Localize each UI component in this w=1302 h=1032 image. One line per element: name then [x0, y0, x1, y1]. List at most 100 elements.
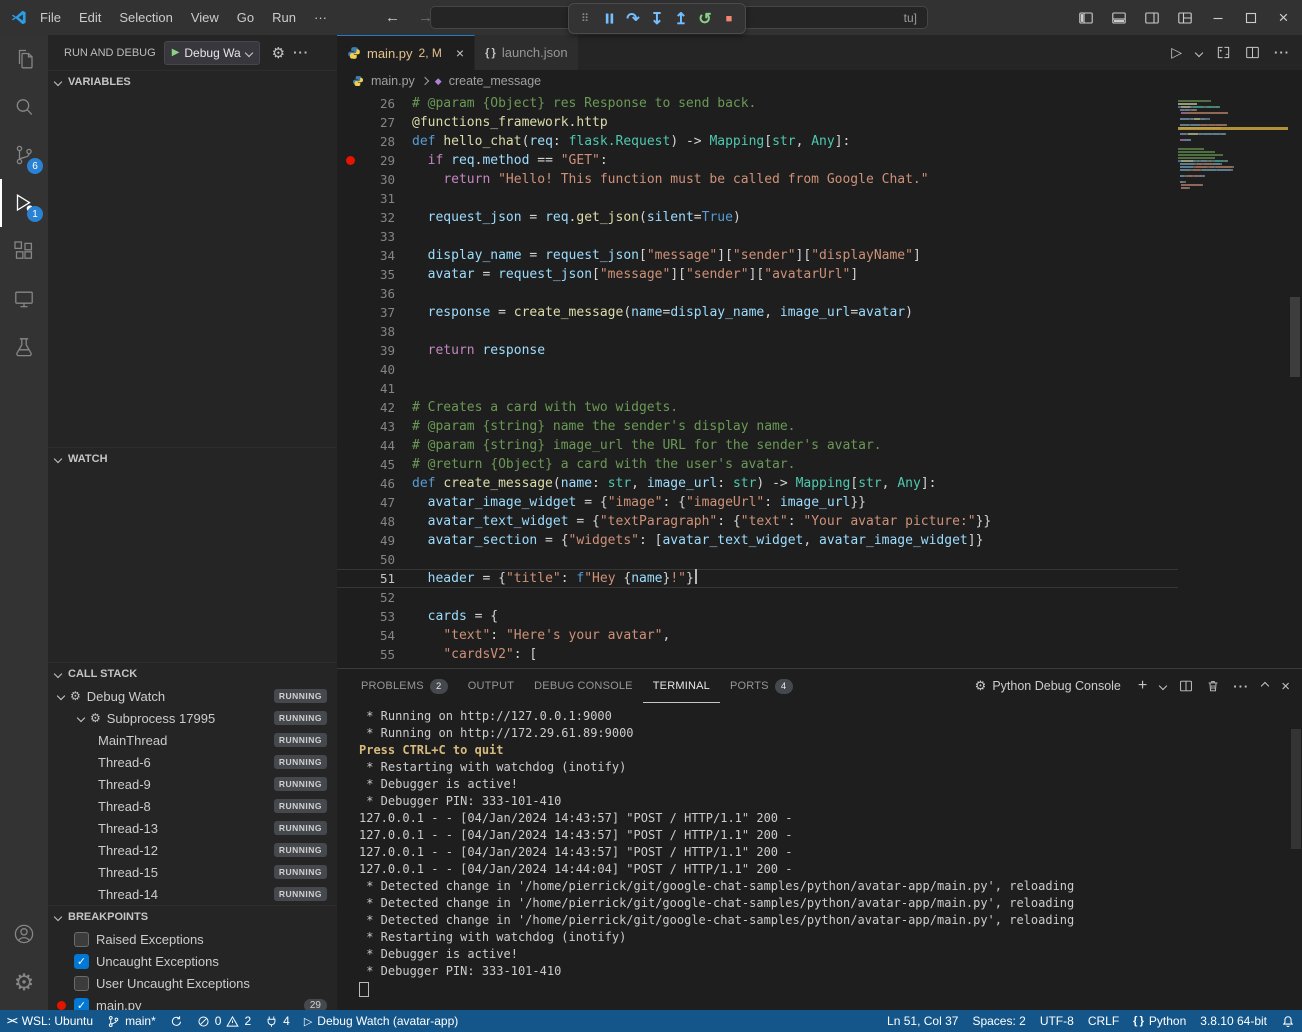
breakpoint-item[interactable]: ✓main.py29: [48, 994, 337, 1010]
step-out-button[interactable]: ↥: [669, 6, 693, 32]
callstack-item[interactable]: Thread-15RUNNING: [48, 861, 337, 883]
breakpoint-gutter[interactable]: [337, 569, 363, 588]
debug-settings-gear-icon[interactable]: ⚙: [272, 44, 285, 62]
close-tab-icon[interactable]: ×: [456, 45, 464, 61]
branch-indicator[interactable]: main*: [100, 1010, 163, 1032]
activity-source-control[interactable]: 6: [0, 131, 48, 179]
panel-scrollbar[interactable]: [1291, 729, 1301, 849]
breakpoint-gutter[interactable]: [337, 550, 363, 569]
breadcrumb-symbol[interactable]: create_message: [449, 74, 541, 88]
callstack-item[interactable]: Thread-12RUNNING: [48, 839, 337, 861]
breakpoint-gutter[interactable]: [337, 379, 363, 398]
breakpoint-gutter[interactable]: [337, 170, 363, 189]
breakpoint-gutter[interactable]: [337, 189, 363, 208]
breakpoint-checkbox[interactable]: [74, 932, 89, 947]
problems-indicator[interactable]: 0 2: [190, 1010, 258, 1032]
restart-button[interactable]: ↺: [693, 6, 717, 32]
run-python-file-button[interactable]: ▷: [1171, 44, 1182, 61]
menu-edit[interactable]: Edit: [70, 0, 110, 35]
pause-button[interactable]: [597, 6, 621, 32]
breakpoint-gutter[interactable]: [337, 626, 363, 645]
tab-main-py[interactable]: main.py 2, M ×: [337, 35, 475, 70]
notifications-bell[interactable]: [1274, 1010, 1302, 1032]
toggle-secondary-sidebar-button[interactable]: [1135, 0, 1168, 35]
breakpoint-gutter[interactable]: [337, 607, 363, 626]
activity-settings[interactable]: ⚙: [0, 958, 48, 1006]
terminal-output[interactable]: * Running on http://127.0.0.1:9000 * Run…: [337, 704, 1302, 1010]
menu-run[interactable]: Run: [263, 0, 305, 35]
breakpoint-gutter[interactable]: [337, 493, 363, 512]
maximize-button[interactable]: [1234, 0, 1267, 35]
panel-tab-output[interactable]: OUTPUT: [458, 669, 524, 703]
toggle-panel-button[interactable]: [1102, 0, 1135, 35]
section-watch[interactable]: WATCH: [48, 447, 337, 470]
callstack-item[interactable]: Thread-6RUNNING: [48, 751, 337, 773]
section-breakpoints[interactable]: BREAKPOINTS: [48, 905, 337, 928]
breakpoint-item[interactable]: Raised Exceptions: [48, 928, 337, 950]
panel-tab-ports[interactable]: PORTS4: [720, 669, 803, 703]
activity-run-and-debug[interactable]: 1: [0, 179, 48, 227]
breakpoint-gutter[interactable]: [337, 417, 363, 436]
new-terminal-button[interactable]: +: [1138, 678, 1147, 694]
callstack-item[interactable]: Thread-14RUNNING: [48, 883, 337, 905]
sync-changes-button[interactable]: [163, 1010, 190, 1032]
breakpoint-gutter[interactable]: [337, 151, 363, 170]
breakpoint-gutter[interactable]: [337, 531, 363, 550]
activity-remote-explorer[interactable]: [0, 275, 48, 323]
breakpoint-gutter[interactable]: [337, 322, 363, 341]
views-more-actions[interactable]: ···: [293, 45, 309, 60]
encoding-indicator[interactable]: UTF-8: [1033, 1010, 1081, 1032]
kill-terminal-button[interactable]: [1206, 679, 1220, 693]
callstack-item[interactable]: Thread-9RUNNING: [48, 773, 337, 795]
breakpoint-gutter[interactable]: [337, 113, 363, 132]
activity-accounts[interactable]: [0, 910, 48, 958]
minimap[interactable]: [1178, 92, 1288, 668]
breakpoint-checkbox[interactable]: ✓: [74, 954, 89, 969]
breakpoint-gutter[interactable]: [337, 588, 363, 607]
breakpoint-gutter[interactable]: [337, 246, 363, 265]
activity-testing[interactable]: [0, 323, 48, 371]
breakpoint-gutter[interactable]: [337, 132, 363, 151]
section-call-stack[interactable]: CALL STACK: [48, 662, 337, 685]
activity-search[interactable]: [0, 83, 48, 131]
eol-indicator[interactable]: CRLF: [1081, 1010, 1126, 1032]
breakpoint-gutter[interactable]: [337, 645, 363, 664]
callstack-item[interactable]: Thread-13RUNNING: [48, 817, 337, 839]
breakpoint-gutter[interactable]: [337, 436, 363, 455]
breakpoint-gutter[interactable]: [337, 208, 363, 227]
section-variables[interactable]: VARIABLES: [48, 70, 337, 93]
terminal-picker-button[interactable]: [1160, 683, 1166, 689]
remote-indicator[interactable]: >< WSL: Ubuntu: [0, 1010, 100, 1032]
breakpoint-gutter[interactable]: [337, 227, 363, 246]
menu-file[interactable]: File: [31, 0, 70, 35]
customize-layout-button[interactable]: [1168, 0, 1201, 35]
maximize-panel-button[interactable]: [1262, 683, 1268, 689]
activity-extensions[interactable]: [0, 227, 48, 275]
callstack-item[interactable]: ⚙Subprocess 17995RUNNING: [48, 707, 337, 729]
start-debugging-icon[interactable]: ▶: [172, 47, 180, 58]
debug-session-status[interactable]: ▷ Debug Watch (avatar-app): [297, 1010, 465, 1032]
panel-tab-terminal[interactable]: TERMINAL: [643, 669, 720, 703]
breakpoint-checkbox[interactable]: [74, 976, 89, 991]
breakpoint-gutter[interactable]: [337, 512, 363, 531]
breakpoint-gutter[interactable]: [337, 341, 363, 360]
go-back-button[interactable]: ←: [376, 9, 409, 26]
forwarded-ports-indicator[interactable]: 4: [258, 1010, 297, 1032]
breakpoint-gutter[interactable]: [337, 360, 363, 379]
editor-scrollbar[interactable]: [1288, 92, 1302, 668]
breakpoint-item[interactable]: ✓Uncaught Exceptions: [48, 950, 337, 972]
tab-launch-json[interactable]: { } launch.json: [475, 35, 579, 70]
callstack-item[interactable]: ⚙Debug WatchRUNNING: [48, 685, 337, 707]
code-editor[interactable]: 26# @param {Object} res Response to send…: [337, 92, 1302, 668]
breakpoint-gutter[interactable]: [337, 398, 363, 417]
python-interpreter[interactable]: 3.8.10 64-bit: [1193, 1010, 1274, 1032]
run-dropdown-button[interactable]: [1196, 50, 1202, 56]
breadcrumb-file[interactable]: main.py: [371, 74, 415, 88]
close-panel-button[interactable]: ×: [1281, 679, 1290, 694]
close-button[interactable]: ×: [1267, 0, 1300, 35]
split-terminal-button[interactable]: [1179, 679, 1193, 693]
language-mode[interactable]: { } Python: [1126, 1010, 1193, 1032]
drag-handle-button[interactable]: ⠿: [573, 6, 597, 32]
step-over-button[interactable]: ↷: [621, 6, 645, 32]
scrollbar-slider[interactable]: [1290, 297, 1300, 377]
